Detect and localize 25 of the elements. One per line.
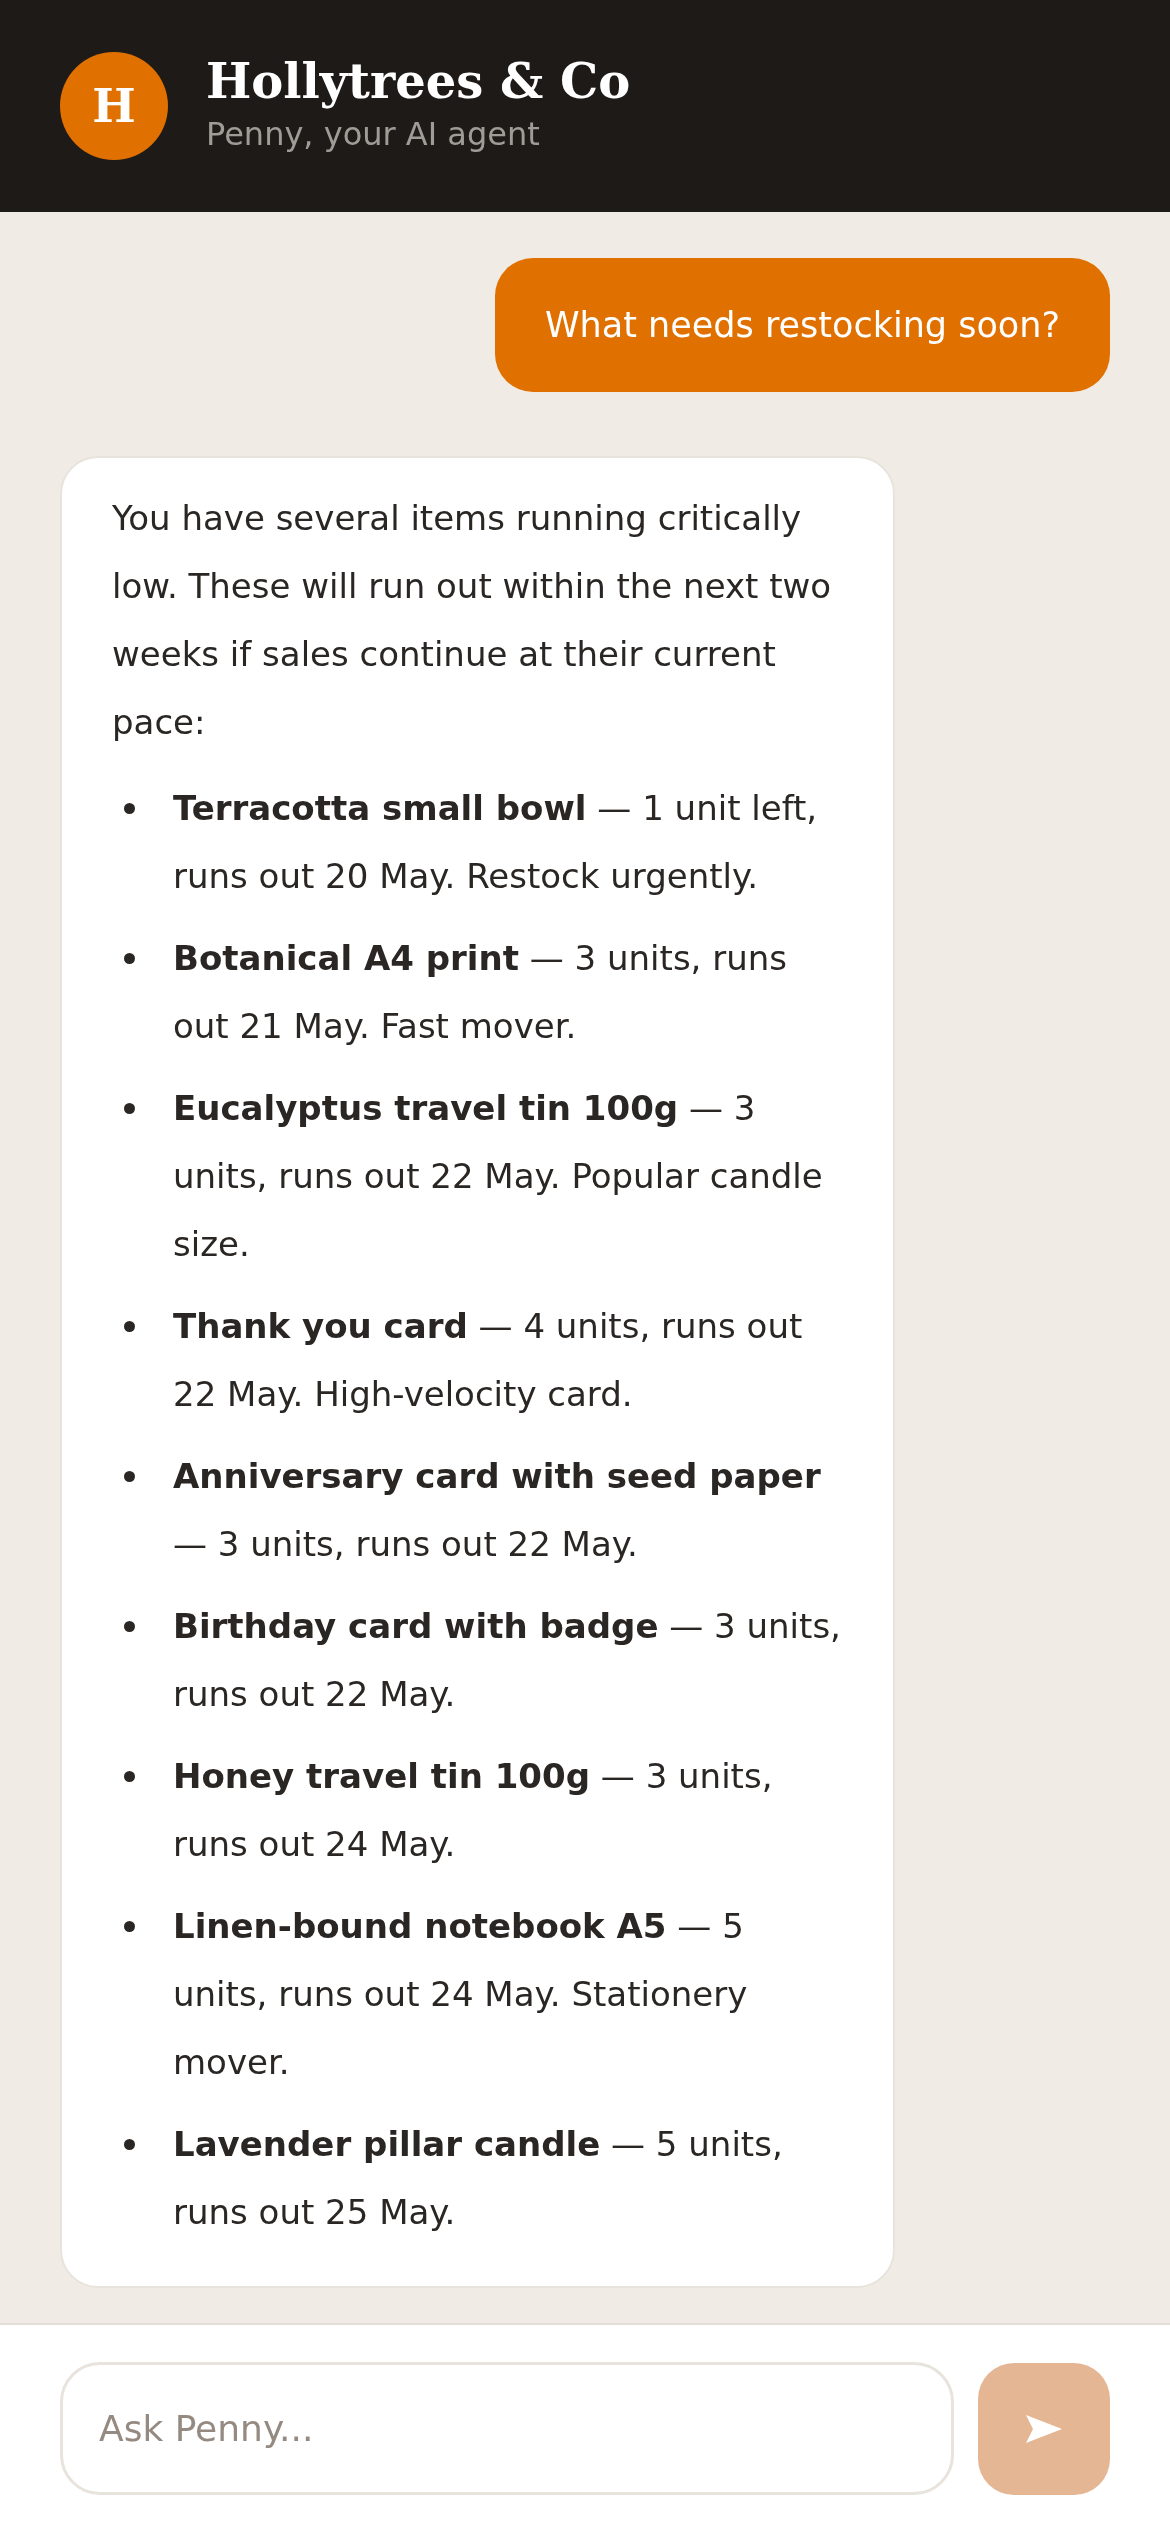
- user-message: What needs restocking soon?: [494, 258, 1110, 392]
- app-subtitle: Penny, your AI agent: [206, 115, 541, 153]
- bullet-icon: [124, 1103, 135, 1114]
- message-input[interactable]: Ask Penny...: [60, 2362, 954, 2495]
- list-item-text: Honey travel tin 100g — 3 units, runs out 24 May.: [173, 1755, 774, 1866]
- send-icon: [1026, 2414, 1062, 2443]
- bullet-icon: [124, 2139, 135, 2150]
- bullet-icon: [124, 1621, 135, 1632]
- list-item-text: Lavender pillar candle — 5 units, runs out 25 May.: [173, 2123, 784, 2234]
- list-item-text: Terracotta small bowl — 1 unit left, runs out 20 May. Restock urgently.: [173, 787, 819, 898]
- list-item-text: Birthday card with badge — 3 units, runs out 22 May.: [173, 1605, 842, 1716]
- list-item-text: Linen-bound notebook A5 — 5 units, runs out 24 May. Stationery mover.: [173, 1905, 749, 2084]
- message-paragraph: You have several items running critically low. These will run out within the next two weeks if sales continue at their current pace:: [112, 497, 833, 744]
- bullet-icon: [124, 1321, 135, 1332]
- bullet-icon: [124, 953, 135, 964]
- list-item-text: Anniversary card with seed paper — 3 units, runs out 22 May.: [173, 1455, 822, 1566]
- bullet-icon: [124, 1921, 135, 1932]
- bullet-icon: [124, 803, 135, 814]
- avatar-icon: H: [60, 52, 168, 160]
- bullet-icon: [124, 1471, 135, 1482]
- bullet-icon: [124, 1771, 135, 1782]
- list-item-text: Botanical A4 print — 3 units, runs out 21 May. Fast mover.: [173, 937, 788, 1048]
- list-item-text: Eucalyptus travel tin 100g — 3 units, runs out 22 May. Popular candle size.: [173, 1087, 824, 1266]
- app-title: Hollytrees & Co: [206, 53, 631, 109]
- list-item-text: Thank you card — 4 units, runs out 22 May. High-velocity card.: [173, 1305, 804, 1416]
